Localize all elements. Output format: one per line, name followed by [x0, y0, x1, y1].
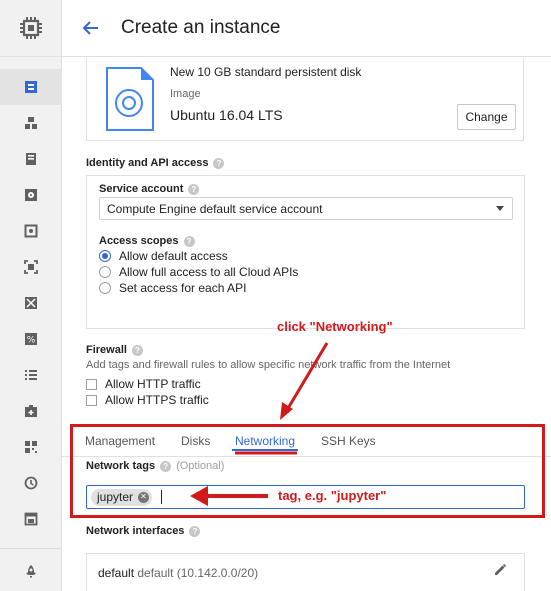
annotation-click-networking: click "Networking": [277, 319, 393, 334]
identity-label-text: Identity and API access: [86, 157, 209, 169]
sidebar-item-commitments[interactable]: %: [0, 321, 62, 357]
disk-file-icon: [106, 67, 154, 131]
sidebar-item-templates[interactable]: [0, 141, 62, 177]
radio-button[interactable]: [99, 250, 111, 262]
metadata-icon: [25, 370, 37, 380]
checkbox-label: Allow HTTP traffic: [105, 377, 201, 391]
quotas-icon: [24, 512, 38, 526]
sidebar-item-zones[interactable]: [0, 429, 62, 465]
back-button[interactable]: [64, 0, 116, 57]
health-checks-icon: [25, 405, 37, 417]
svg-text:%: %: [27, 336, 36, 346]
chip-icon: [20, 17, 42, 39]
settings-icon: [26, 565, 36, 578]
help-icon[interactable]: ?: [213, 157, 225, 169]
highlight-box: [70, 424, 545, 518]
scope-option-full[interactable]: Allow full access to all Cloud APIs: [99, 265, 298, 279]
arrow-back-icon: [82, 21, 98, 35]
tpu-icon: [25, 297, 37, 309]
identity-box: Service account ? Compute Engine default…: [86, 175, 525, 329]
sidebar-item-instance-groups[interactable]: [0, 105, 62, 141]
firewall-label: Firewall ?: [86, 344, 143, 356]
help-icon[interactable]: ?: [183, 235, 195, 247]
disk-image-label: Image: [170, 88, 201, 100]
sidebar-item-snapshots[interactable]: [0, 213, 62, 249]
sidebar-item-operations[interactable]: [0, 465, 62, 501]
service-account-label: Service account ?: [99, 183, 200, 195]
identity-section-label: Identity and API access ?: [86, 157, 225, 169]
service-account-select[interactable]: Compute Engine default service account: [99, 197, 513, 220]
radio-button[interactable]: [99, 266, 111, 278]
service-account-label-text: Service account: [99, 183, 184, 195]
disk-name: New 10 GB standard persistent disk: [170, 65, 362, 79]
sidebar-item-health-checks[interactable]: [0, 393, 62, 429]
commitments-icon: %: [25, 333, 37, 346]
scope-option-each[interactable]: Set access for each API: [99, 281, 246, 295]
sidebar: %: [0, 0, 62, 591]
disk-os: Ubuntu 16.04 LTS: [170, 107, 283, 123]
scope-option-label: Allow default access: [119, 249, 228, 263]
zones-icon: [25, 441, 37, 453]
templates-icon: [26, 153, 36, 165]
network-interface-row[interactable]: default default (10.142.0.0/20): [86, 553, 525, 591]
allow-https-checkbox[interactable]: Allow HTTPS traffic: [86, 393, 209, 407]
operations-icon: [24, 476, 38, 490]
page-title: Create an instance: [121, 17, 281, 38]
sidebar-item-quotas[interactable]: [0, 501, 62, 537]
edit-icon[interactable]: [493, 563, 507, 577]
allow-http-checkbox[interactable]: Allow HTTP traffic: [86, 377, 201, 391]
network-interfaces-label: Network interfaces ?: [86, 525, 201, 537]
images-icon: [24, 260, 38, 274]
sidebar-item-images[interactable]: [0, 249, 62, 285]
sidebar-item-disks[interactable]: [0, 177, 62, 213]
sidebar-item-settings[interactable]: [0, 553, 62, 589]
app-root: % Create an instance New 10 GB standard …: [0, 0, 551, 591]
firewall-description: Add tags and firewall rules to allow spe…: [86, 359, 451, 371]
instance-groups-icon: [25, 117, 37, 129]
instances-icon: [25, 81, 37, 93]
page-header: Create an instance: [62, 0, 551, 57]
checkbox[interactable]: [86, 378, 97, 390]
help-icon[interactable]: ?: [131, 344, 143, 356]
scope-option-label: Set access for each API: [119, 281, 247, 295]
access-scopes-label: Access scopes ?: [99, 235, 195, 247]
change-disk-button[interactable]: Change: [457, 104, 516, 130]
disks-icon: [25, 189, 37, 201]
help-icon[interactable]: ?: [189, 525, 201, 537]
sidebar-divider: [0, 548, 62, 549]
help-icon[interactable]: ?: [188, 183, 200, 195]
checkbox-label: Allow HTTPS traffic: [105, 393, 209, 407]
checkbox[interactable]: [86, 394, 97, 406]
network-interface-text: default default (10.142.0.0/20): [98, 566, 258, 580]
access-scopes-label-text: Access scopes: [99, 235, 179, 247]
scope-option-label: Allow full access to all Cloud APIs: [119, 265, 299, 279]
network-interfaces-label-text: Network interfaces: [86, 525, 185, 537]
scope-option-default[interactable]: Allow default access: [99, 249, 228, 263]
annotation-tag-example: tag, e.g. "jupyter": [278, 488, 387, 503]
boot-disk-card: New 10 GB standard persistent disk Image…: [86, 58, 524, 141]
firewall-label-text: Firewall: [86, 344, 127, 356]
snapshots-icon: [24, 224, 38, 238]
radio-button[interactable]: [99, 282, 111, 294]
sidebar-item-metadata[interactable]: [0, 357, 62, 393]
network-interface-name: default: [98, 566, 135, 580]
dropdown-arrow-icon: [496, 206, 504, 211]
sidebar-header[interactable]: [0, 0, 62, 57]
sidebar-item-tpu[interactable]: [0, 285, 62, 321]
network-interface-detail: default (10.142.0.0/20): [137, 566, 259, 580]
sidebar-item-instances[interactable]: [0, 69, 62, 105]
service-account-value: Compute Engine default service account: [107, 201, 323, 216]
